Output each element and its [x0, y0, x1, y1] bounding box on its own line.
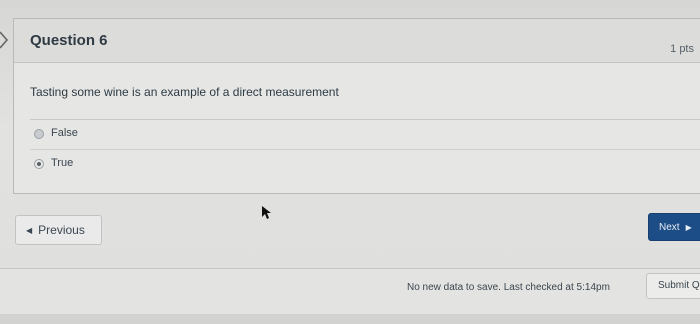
answer-list: False True — [30, 119, 700, 179]
previous-button-label: Previous — [38, 223, 85, 237]
question-title: Question 6 — [30, 32, 108, 49]
answer-label: False — [51, 127, 78, 139]
question-card: Question 6 1 pts Tasting some wine is an… — [13, 18, 700, 194]
next-button-label: Next — [659, 221, 680, 233]
answer-option-true[interactable]: True — [30, 150, 700, 180]
save-status-text: No new data to save. Last checked at 5:1… — [407, 282, 610, 293]
answer-label: True — [51, 157, 74, 169]
triangle-right-icon: ▶ — [685, 222, 692, 232]
triangle-left-icon: ◀ — [26, 225, 33, 235]
mouse-cursor-icon — [262, 206, 271, 219]
radio-button-true[interactable] — [34, 159, 44, 169]
previous-button[interactable]: ◀ Previous — [15, 215, 102, 245]
question-header: Question 6 1 pts — [14, 19, 700, 63]
submit-quiz-button[interactable]: Submit Q — [646, 273, 700, 299]
answer-option-false[interactable]: False — [30, 120, 700, 150]
next-button[interactable]: Next ▶ — [648, 213, 700, 241]
question-text: Tasting some wine is an example of a dir… — [30, 85, 339, 99]
chevron-right-icon[interactable] — [0, 30, 10, 50]
bottom-edge — [0, 314, 700, 324]
radio-button-false[interactable] — [34, 129, 44, 139]
question-points: 1 pts — [670, 43, 694, 55]
